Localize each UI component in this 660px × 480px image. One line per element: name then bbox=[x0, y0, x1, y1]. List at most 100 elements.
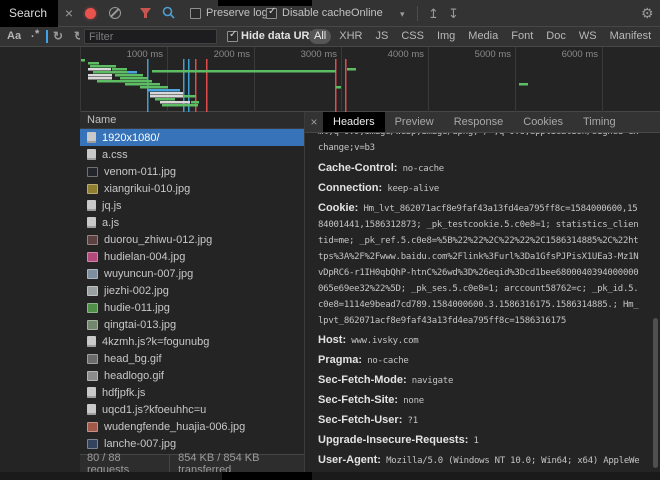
throttling-select[interactable]: Online bbox=[351, 7, 383, 19]
grid-line bbox=[254, 47, 255, 112]
request-name: head_bg.gif bbox=[104, 353, 162, 365]
request-row[interactable]: wuyuncun-007.jpg bbox=[80, 265, 304, 282]
response-header-line: Host: www.ivsky.com bbox=[318, 333, 640, 349]
request-name: hudielan-004.jpg bbox=[104, 251, 185, 263]
close-search-icon[interactable]: × bbox=[61, 5, 77, 21]
filter-pill-ws[interactable]: WS bbox=[574, 29, 602, 44]
image-thumbnail-icon bbox=[87, 286, 98, 296]
tab-timing[interactable]: Timing bbox=[573, 112, 626, 132]
request-name: wudengfende_huajia-006.jpg bbox=[104, 421, 245, 433]
waterfall-bar bbox=[125, 83, 160, 86]
export-har-icon[interactable]: ↧ bbox=[448, 6, 459, 22]
search-drawer-tab[interactable]: Search bbox=[0, 0, 58, 27]
request-row[interactable]: lanche-007.jpg bbox=[80, 435, 304, 452]
request-row[interactable]: 4kzmh.js?k=fogunubg bbox=[80, 333, 304, 350]
response-header-line: Sec-Fetch-Mode: navigate bbox=[318, 373, 640, 389]
request-row[interactable]: hudielan-004.jpg bbox=[80, 248, 304, 265]
filter-input[interactable] bbox=[84, 29, 217, 44]
refresh-search-icon[interactable]: ↻ bbox=[53, 29, 63, 43]
clipped-refresh-icon[interactable]: ↻ bbox=[74, 29, 80, 43]
waterfall-bar bbox=[336, 86, 341, 89]
header-value: none bbox=[398, 396, 424, 406]
request-row[interactable]: hudie-011.jpg bbox=[80, 299, 304, 316]
filter-pill-doc[interactable]: Doc bbox=[541, 29, 571, 44]
match-case-toggle[interactable]: Aa bbox=[7, 30, 21, 42]
request-row[interactable]: head_bg.gif bbox=[80, 350, 304, 367]
toolbar-divider bbox=[417, 6, 418, 21]
header-value: no-cache bbox=[397, 164, 444, 174]
settings-gear-icon[interactable]: ⚙ bbox=[641, 5, 654, 22]
filter-pill-xhr[interactable]: XHR bbox=[334, 29, 367, 44]
import-har-icon[interactable]: ↥ bbox=[428, 6, 439, 22]
search-network-icon[interactable] bbox=[162, 6, 175, 19]
request-row[interactable]: wudengfende_huajia-006.jpg bbox=[80, 418, 304, 435]
hide-data-urls-checkbox[interactable] bbox=[227, 31, 238, 42]
preserve-log-checkbox[interactable] bbox=[190, 8, 201, 19]
tab-preview[interactable]: Preview bbox=[385, 112, 444, 132]
response-header-line: Sec-Fetch-User: ?1 bbox=[318, 413, 640, 429]
scrollbar-thumb[interactable] bbox=[653, 318, 658, 468]
request-name: jiezhi-002.jpg bbox=[104, 285, 169, 297]
tab-response[interactable]: Response bbox=[444, 112, 514, 132]
image-thumbnail-icon bbox=[87, 167, 98, 177]
request-row[interactable]: xiangrikui-010.jpg bbox=[80, 180, 304, 197]
request-details-panel: × HeadersPreviewResponseCookiesTiming ml… bbox=[305, 112, 660, 472]
chevron-down-icon[interactable]: ▾ bbox=[400, 9, 405, 20]
request-row[interactable]: hdfjpfk.js bbox=[80, 384, 304, 401]
network-overview[interactable]: 1000 ms2000 ms3000 ms4000 ms5000 ms6000 … bbox=[80, 47, 660, 112]
header-name: Cache-Control: bbox=[318, 162, 397, 174]
image-thumbnail-icon bbox=[87, 303, 98, 313]
image-thumbnail-icon bbox=[87, 422, 98, 432]
header-name: User-Agent: bbox=[318, 454, 381, 466]
request-name: 1920x1080/ bbox=[102, 132, 160, 144]
tab-headers[interactable]: Headers bbox=[323, 112, 385, 132]
summary-bar: 80 / 88 requests 854 KB / 854 KB transfe… bbox=[80, 454, 304, 472]
header-value: www.ivsky.com bbox=[346, 336, 418, 346]
request-row[interactable]: qingtai-013.jpg bbox=[80, 316, 304, 333]
network-toolbar: Search × Preserve log Disable cache Onli… bbox=[0, 0, 660, 27]
name-column-header[interactable]: Name bbox=[80, 112, 304, 129]
request-row[interactable]: headlogo.gif bbox=[80, 367, 304, 384]
clipped-header-line: ml;q=0.9,image/webp,image/apng,*/*;q=0.8… bbox=[318, 133, 640, 156]
regex-toggle[interactable]: .* bbox=[31, 28, 40, 40]
request-row[interactable]: duorou_zhiwu-012.jpg bbox=[80, 231, 304, 248]
close-details-icon[interactable]: × bbox=[305, 112, 323, 132]
filter-pill-manifest[interactable]: Manifest bbox=[605, 29, 657, 44]
request-name: hudie-011.jpg bbox=[104, 302, 170, 314]
filter-pill-media[interactable]: Media bbox=[463, 29, 503, 44]
filter-pill-img[interactable]: Img bbox=[432, 29, 460, 44]
request-row[interactable]: jiezhi-002.jpg bbox=[80, 282, 304, 299]
request-row[interactable]: uqcd1.js?kfoeuhhc=u bbox=[80, 401, 304, 418]
request-row[interactable]: a.js bbox=[80, 214, 304, 231]
header-value: ?1 bbox=[402, 416, 418, 426]
details-tab-bar: × HeadersPreviewResponseCookiesTiming bbox=[305, 112, 660, 133]
filter-pill-js[interactable]: JS bbox=[370, 29, 393, 44]
image-thumbnail-icon bbox=[87, 354, 98, 364]
filter-pill-all[interactable]: All bbox=[309, 29, 331, 44]
request-row[interactable]: venom-011.jpg bbox=[80, 163, 304, 180]
response-header-line: Pragma: no-cache bbox=[318, 353, 640, 369]
tab-cookies[interactable]: Cookies bbox=[513, 112, 573, 132]
disable-cache-checkbox[interactable] bbox=[266, 8, 277, 19]
overview-waterfall-chart[interactable]: 1000 ms2000 ms3000 ms4000 ms5000 ms6000 … bbox=[80, 47, 660, 112]
waterfall-bar bbox=[127, 71, 137, 74]
filter-pill-css[interactable]: CSS bbox=[396, 29, 429, 44]
filter-pill-font[interactable]: Font bbox=[506, 29, 538, 44]
requests-list: 1920x1080/a.css venom-011.jpg xiangrikui-0… bbox=[80, 129, 304, 452]
request-row[interactable]: jq.js bbox=[80, 197, 304, 214]
record-network-log-button[interactable] bbox=[85, 8, 96, 19]
document-file-icon bbox=[87, 200, 96, 211]
request-row[interactable]: 1920x1080/ bbox=[80, 129, 304, 146]
headers-content: ml;q=0.9,image/webp,image/apng,*/*;q=0.8… bbox=[305, 133, 660, 472]
waterfall-bar bbox=[147, 89, 180, 92]
waterfall-bar bbox=[152, 70, 336, 73]
waterfall-bar bbox=[160, 101, 190, 104]
clear-network-log-icon[interactable] bbox=[109, 7, 121, 19]
header-value: no-cache bbox=[362, 356, 409, 366]
response-header-line: Upgrade-Insecure-Requests: 1 bbox=[318, 433, 640, 449]
filter-funnel-icon[interactable] bbox=[139, 7, 152, 20]
request-name: venom-011.jpg bbox=[104, 166, 176, 178]
request-row[interactable]: a.css bbox=[80, 146, 304, 163]
request-name: jq.js bbox=[102, 200, 122, 212]
waterfall-bar bbox=[140, 86, 168, 89]
